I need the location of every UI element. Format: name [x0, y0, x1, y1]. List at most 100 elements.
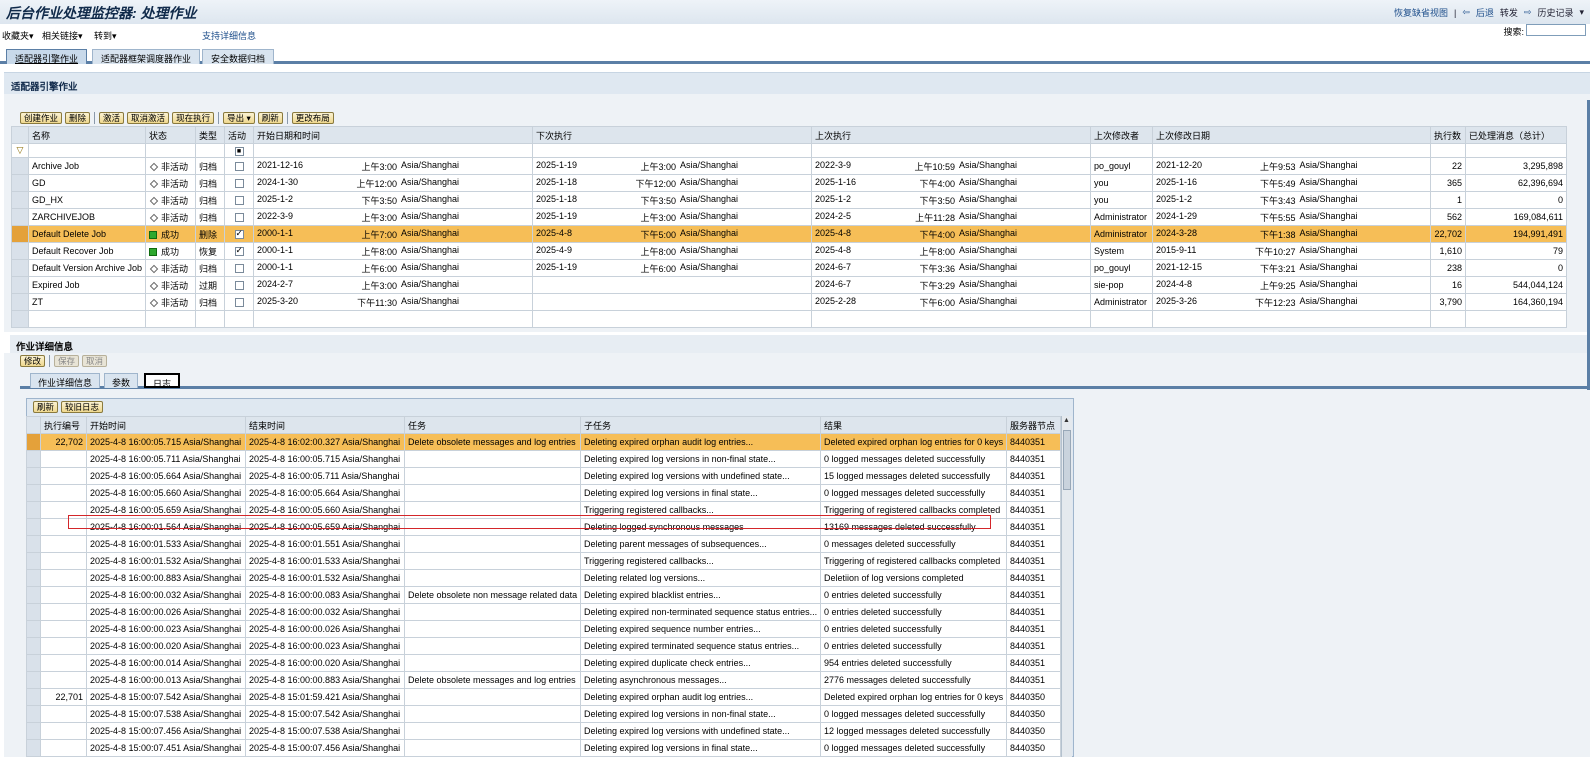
job-name[interactable]: Default Recover Job [28, 242, 146, 260]
select-all-cell[interactable] [11, 126, 29, 144]
row-selector[interactable] [11, 225, 29, 243]
log-row[interactable]: 2025-4-8 15:00:07.451 Asia/Shanghai 2025-… [26, 739, 1061, 757]
older-logs-button[interactable]: 较旧日志 [61, 401, 104, 413]
log-vertical-scrollbar[interactable]: ▲ [1061, 416, 1072, 757]
col-result[interactable]: 结果 [820, 416, 1007, 434]
log-select-all-cell[interactable] [26, 416, 41, 434]
job-name[interactable]: ZT [28, 293, 146, 311]
row-selector[interactable] [26, 654, 41, 672]
job-row[interactable]: ZARCHIVEJOB 非活动 归档 2022-3-9 上午3:00 Asia/Shang… [11, 208, 1567, 226]
back-arrow-icon[interactable]: ⇦ [1462, 7, 1470, 18]
row-selector[interactable] [26, 739, 41, 757]
col-end-time[interactable]: 结束时间 [245, 416, 405, 434]
log-row[interactable]: 2025-4-8 16:00:01.532 Asia/Shanghai 2025-… [26, 552, 1061, 570]
log-row[interactable]: 2025-4-8 16:00:05.660 Asia/Shanghai 2025-… [26, 484, 1061, 502]
job-name[interactable]: GD [28, 174, 146, 192]
edit-button[interactable]: 修改 [20, 355, 46, 367]
log-row[interactable]: 2025-4-8 16:00:05.664 Asia/Shanghai 2025-… [26, 467, 1061, 485]
active-checkbox[interactable] [234, 264, 244, 274]
log-row[interactable]: 2025-4-8 16:00:05.711 Asia/Shanghai 2025-… [26, 450, 1061, 468]
job-row[interactable]: Default Delete Job 成功 删除 2000-1-1 上午7:00 Asia… [11, 225, 1567, 243]
col-run-count[interactable]: 执行数 [1430, 126, 1466, 144]
row-selector[interactable] [11, 293, 29, 311]
job-name[interactable]: Expired Job [28, 276, 146, 294]
history-link[interactable]: 历史记录 [1537, 6, 1573, 19]
job-row[interactable]: ZT 非活动 归档 2025-3-20 下午11:30 Asia/Shanghai 2025… [11, 293, 1567, 311]
job-name[interactable]: Default Version Archive Job [28, 259, 146, 277]
search-input[interactable] [1526, 24, 1586, 36]
col-last-modifier[interactable]: 上次修改者 [1090, 126, 1153, 144]
menu-goto[interactable]: 转到▾ [94, 29, 117, 42]
row-selector[interactable] [26, 637, 41, 655]
create-job-button[interactable]: 创建作业 [20, 112, 63, 124]
job-row[interactable]: Default Version Archive Job 非活动 归档 2000-1-1… [11, 259, 1567, 277]
log-row[interactable]: 2025-4-8 16:00:01.533 Asia/Shanghai 2025-… [26, 535, 1061, 553]
filter-cell[interactable] [1430, 143, 1466, 158]
log-row[interactable]: 2025-4-8 15:00:07.456 Asia/Shanghai 2025-… [26, 722, 1061, 740]
tab-secure-data-archive[interactable]: 安全数据归档 [202, 49, 275, 64]
job-row[interactable]: Expired Job 非活动 过期 2024-2-7 上午3:00 Asia/Shang… [11, 276, 1567, 294]
execute-now-button[interactable]: 现在执行 [172, 112, 215, 124]
row-selector[interactable] [26, 569, 41, 587]
col-name[interactable]: 名称 [28, 126, 146, 144]
active-checkbox[interactable] [234, 298, 244, 308]
filter-cell[interactable] [1465, 143, 1567, 158]
filter-active-checkbox-cell[interactable]: ■ [224, 143, 254, 158]
active-checkbox[interactable] [234, 213, 244, 223]
log-row[interactable]: 22,702 2025-4-8 16:00:05.715 Asia/Shangha… [26, 433, 1061, 451]
col-start-datetime[interactable]: 开始日期和时间 [253, 126, 533, 144]
log-row[interactable]: 2025-4-8 16:00:00.023 Asia/Shanghai 2025-… [26, 620, 1061, 638]
export-button[interactable]: 导出 ▾ [223, 112, 255, 124]
row-selector[interactable] [11, 242, 29, 260]
log-row[interactable]: 2025-4-8 15:00:07.538 Asia/Shanghai 2025-… [26, 705, 1061, 723]
deactivate-button[interactable]: 取消激活 [127, 112, 170, 124]
filter-icon[interactable]: ▽ [11, 143, 29, 158]
log-refresh-button[interactable]: 刷新 [33, 401, 59, 413]
row-selector[interactable] [26, 586, 41, 604]
tab-parameters[interactable]: 参数 [104, 373, 139, 388]
row-selector[interactable] [11, 157, 29, 175]
log-row[interactable]: 2025-4-8 16:00:00.026 Asia/Shanghai 2025-… [26, 603, 1061, 621]
col-last-run[interactable]: 上次执行 [811, 126, 1091, 144]
col-status[interactable]: 状态 [145, 126, 196, 144]
active-checkbox[interactable] [234, 179, 244, 189]
job-name[interactable]: ZARCHIVEJOB [28, 208, 146, 226]
row-selector[interactable] [11, 191, 29, 209]
row-selector[interactable] [11, 310, 29, 328]
filter-checkbox[interactable]: ■ [234, 146, 244, 156]
col-type[interactable]: 类型 [195, 126, 225, 144]
col-execution-number[interactable]: 执行编号 [40, 416, 87, 434]
forward-link[interactable]: 转发 [1500, 6, 1518, 19]
col-subtask[interactable]: 子任务 [580, 416, 821, 434]
tab-job-details[interactable]: 作业详细信息 [30, 373, 101, 388]
menu-related-links[interactable]: 相关链接▾ [42, 29, 83, 42]
row-selector[interactable] [11, 174, 29, 192]
job-name[interactable]: GD_HX [28, 191, 146, 209]
row-selector[interactable] [26, 552, 41, 570]
log-row[interactable]: 2025-4-8 16:00:00.020 Asia/Shanghai 2025-… [26, 637, 1061, 655]
scroll-up-icon[interactable]: ▲ [1063, 417, 1070, 424]
active-checkbox[interactable] [234, 228, 244, 240]
tab-adapter-framework-scheduler-jobs[interactable]: 适配器框架调度器作业 [92, 49, 201, 64]
row-selector[interactable] [26, 501, 41, 519]
log-row[interactable]: 22,701 2025-4-8 15:00:07.542 Asia/Shangha… [26, 688, 1061, 706]
row-selector[interactable] [26, 484, 41, 502]
cancel-button[interactable]: 取消 [82, 355, 108, 367]
row-selector[interactable] [26, 603, 41, 621]
filter-cell[interactable] [145, 143, 196, 158]
scrollbar-thumb[interactable] [1063, 430, 1071, 490]
filter-cell[interactable] [253, 143, 533, 158]
filter-cell[interactable] [195, 143, 225, 158]
chevron-down-icon[interactable]: ▾ [1579, 7, 1584, 18]
log-row[interactable]: 2025-4-8 16:00:00.883 Asia/Shanghai 2025-… [26, 569, 1061, 587]
filter-cell[interactable] [28, 143, 146, 158]
row-selector[interactable] [26, 467, 41, 485]
filter-cell[interactable] [1152, 143, 1431, 158]
active-checkbox[interactable] [234, 245, 244, 257]
filter-cell[interactable] [811, 143, 1091, 158]
job-name[interactable]: Archive Job [28, 157, 146, 175]
row-selector[interactable] [11, 259, 29, 277]
row-selector[interactable] [26, 705, 41, 723]
col-processed-messages[interactable]: 已处理消息（总计） [1465, 126, 1567, 144]
row-selector[interactable] [26, 620, 41, 638]
